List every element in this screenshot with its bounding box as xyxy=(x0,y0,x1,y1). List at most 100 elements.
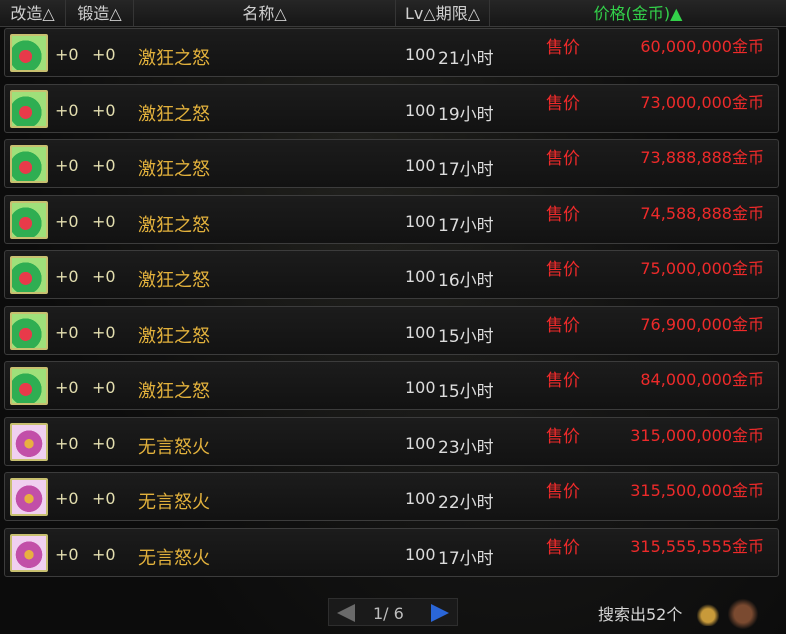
auction-row[interactable]: +0 +0 无言怒火 100 23小时 售价 315,000,000金币 xyxy=(4,416,779,466)
sort-price-header[interactable]: 价格(金币)▲ xyxy=(490,0,786,26)
upgrade-value: +0 xyxy=(55,267,79,286)
forge-value: +0 xyxy=(92,322,116,342)
forge-value: +0 xyxy=(92,433,116,453)
jikuang-item-icon[interactable] xyxy=(10,34,48,72)
sale-label: 售价 xyxy=(546,426,580,447)
sale-label: 售价 xyxy=(546,93,580,114)
item-period: 21小时 xyxy=(438,49,494,69)
item-level: 100 xyxy=(405,544,436,564)
auction-row[interactable]: +0 +0 激狂之怒 100 17小时 售价 74,588,888金币 xyxy=(4,194,779,244)
item-level: 100 xyxy=(405,267,436,286)
forge-value: +0 xyxy=(92,544,116,564)
sort-name-header[interactable]: 名称△ xyxy=(134,0,396,26)
upgrade-value: +0 xyxy=(55,322,79,342)
item-period: 17小时 xyxy=(438,548,494,569)
forge-value: +0 xyxy=(92,45,116,64)
sale-label: 售价 xyxy=(546,38,580,58)
sale-label: 售价 xyxy=(546,371,580,391)
item-period: 19小时 xyxy=(438,104,494,125)
item-name: 激狂之怒 xyxy=(138,48,210,69)
sale-label: 售价 xyxy=(546,537,580,558)
sort-forge-header[interactable]: 锻造△ xyxy=(66,0,134,26)
item-name: 激狂之怒 xyxy=(138,214,210,236)
item-level: 100 xyxy=(405,100,436,120)
auction-row[interactable]: +0 +0 激狂之怒 100 21小时 售价 60,000,000金币 xyxy=(4,28,779,77)
upgrade-value: +0 xyxy=(55,100,79,120)
item-price: 84,000,000金币 xyxy=(640,370,764,389)
item-period: 15小时 xyxy=(438,382,494,402)
item-period: 17小时 xyxy=(438,160,494,180)
jikuang-item-icon[interactable] xyxy=(10,145,48,183)
upgrade-value: +0 xyxy=(55,489,79,508)
item-name: 无言怒火 xyxy=(138,492,210,513)
item-level: 100 xyxy=(405,433,436,453)
item-price: 73,888,888金币 xyxy=(640,148,764,167)
item-name: 激狂之怒 xyxy=(138,159,210,180)
jikuang-item-icon[interactable] xyxy=(10,256,48,294)
jikuang-item-icon[interactable] xyxy=(10,89,48,128)
item-price: 75,000,000金币 xyxy=(640,259,764,278)
page-indicator: 1/ 6 xyxy=(373,604,404,623)
item-price: 76,900,000金币 xyxy=(640,314,764,334)
wuyan-item-icon[interactable] xyxy=(10,422,48,461)
forge-value: +0 xyxy=(92,489,116,508)
sale-label: 售价 xyxy=(546,315,580,336)
item-price: 315,555,555金币 xyxy=(630,536,764,556)
trophy-icon xyxy=(697,600,719,626)
character-portrait-icon xyxy=(728,598,758,630)
jikuang-item-icon[interactable] xyxy=(10,367,48,405)
auction-row[interactable]: +0 +0 无言怒火 100 22小时 售价 315,500,000金币 xyxy=(4,472,779,521)
item-price: 315,000,000金币 xyxy=(630,425,764,445)
item-name: 激狂之怒 xyxy=(138,381,210,402)
item-price: 74,588,888金币 xyxy=(640,203,764,223)
next-page-arrow-icon[interactable] xyxy=(431,604,449,622)
item-period: 23小时 xyxy=(438,437,494,458)
item-level: 100 xyxy=(405,322,436,342)
item-period: 17小时 xyxy=(438,215,494,236)
item-name: 无言怒火 xyxy=(138,436,210,458)
item-name: 激狂之怒 xyxy=(138,325,210,347)
item-price: 60,000,000金币 xyxy=(640,37,764,56)
search-result-count: 搜索出52个 xyxy=(598,605,683,624)
forge-value: +0 xyxy=(92,156,116,175)
upgrade-value: +0 xyxy=(55,156,79,175)
auction-row[interactable]: +0 +0 无言怒火 100 17小时 售价 315,555,555金币 xyxy=(4,527,779,577)
item-level: 100 xyxy=(405,378,436,397)
item-level: 100 xyxy=(405,156,436,175)
item-name: 激狂之怒 xyxy=(138,270,210,291)
prev-page-arrow-icon[interactable] xyxy=(337,604,355,622)
sale-label: 售价 xyxy=(546,204,580,225)
item-name: 无言怒火 xyxy=(138,547,210,569)
pagination: 1/ 6 xyxy=(328,598,458,626)
jikuang-item-icon[interactable] xyxy=(10,311,48,350)
wuyan-item-icon[interactable] xyxy=(10,533,48,572)
auction-row[interactable]: +0 +0 激狂之怒 100 17小时 售价 73,888,888金币 xyxy=(4,139,779,188)
table-header: 改造△ 锻造△ 名称△ Lv△期限△ 价格(金币)▲ xyxy=(0,0,786,27)
item-period: 22小时 xyxy=(438,493,494,513)
upgrade-value: +0 xyxy=(55,45,79,64)
forge-value: +0 xyxy=(92,378,116,397)
item-name: 激狂之怒 xyxy=(138,103,210,125)
item-level: 100 xyxy=(405,45,436,64)
sale-label: 售价 xyxy=(546,482,580,502)
forge-value: +0 xyxy=(92,211,116,231)
auction-row[interactable]: +0 +0 激狂之怒 100 19小时 售价 73,000,000金币 xyxy=(4,83,779,133)
sort-lv-period-header[interactable]: Lv△期限△ xyxy=(396,0,490,26)
upgrade-value: +0 xyxy=(55,211,79,231)
wuyan-item-icon[interactable] xyxy=(10,478,48,516)
forge-value: +0 xyxy=(92,100,116,120)
auction-row[interactable]: +0 +0 激狂之怒 100 15小时 售价 84,000,000金币 xyxy=(4,361,779,410)
sale-label: 售价 xyxy=(546,260,580,280)
item-level: 100 xyxy=(405,211,436,231)
item-period: 16小时 xyxy=(438,271,494,291)
item-level: 100 xyxy=(405,489,436,508)
upgrade-value: +0 xyxy=(55,544,79,564)
sort-upgrade-header[interactable]: 改造△ xyxy=(0,0,66,26)
upgrade-value: +0 xyxy=(55,378,79,397)
auction-row[interactable]: +0 +0 激狂之怒 100 15小时 售价 76,900,000金币 xyxy=(4,305,779,355)
jikuang-item-icon[interactable] xyxy=(10,200,48,239)
auction-row[interactable]: +0 +0 激狂之怒 100 16小时 售价 75,000,000金币 xyxy=(4,250,779,299)
upgrade-value: +0 xyxy=(55,433,79,453)
item-price: 315,500,000金币 xyxy=(630,481,764,500)
item-price: 73,000,000金币 xyxy=(640,92,764,112)
